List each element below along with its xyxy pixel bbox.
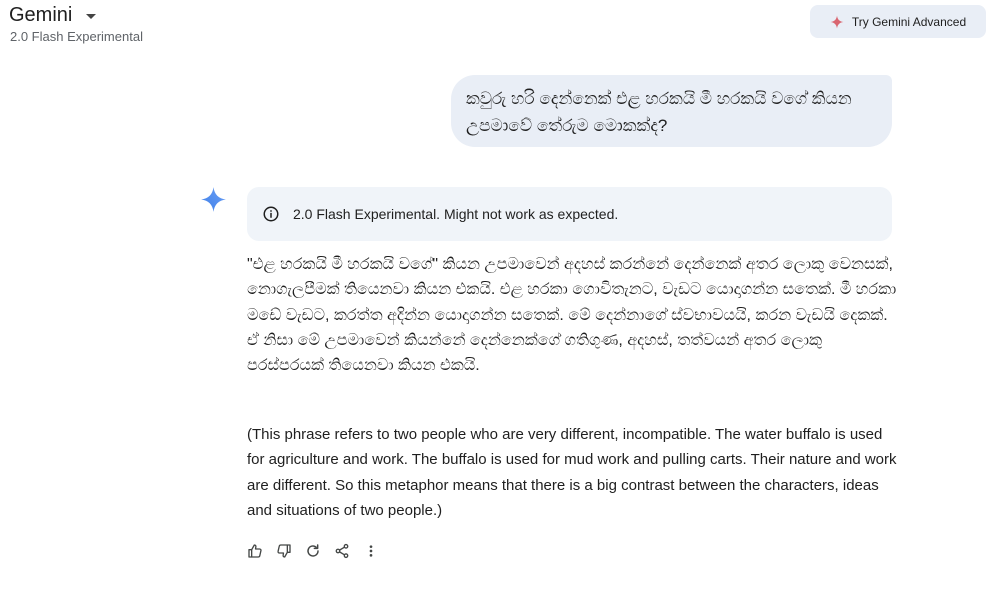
try-advanced-label: Try Gemini Advanced <box>851 14 967 29</box>
gemini-app: Gemini 2.0 Flash Experimental Try Gemini… <box>0 0 1000 596</box>
regenerate-button[interactable] <box>304 541 322 561</box>
more-vertical-icon <box>369 545 373 557</box>
response-sinhala: "එළ හරකයි මී හරකයි වගේ" කියන උපමාවෙන් අද… <box>247 256 897 375</box>
info-icon <box>263 206 279 222</box>
thumbs-up-icon <box>248 544 262 558</box>
share-icon <box>335 543 349 559</box>
share-button[interactable] <box>333 541 351 561</box>
experimental-notice: 2.0 Flash Experimental. Might not work a… <box>247 187 892 241</box>
caret-down-icon <box>86 14 97 19</box>
sparkle-icon <box>830 15 844 28</box>
regenerate-icon <box>307 544 319 557</box>
model-name: 2.0 Flash Experimental <box>10 29 143 44</box>
app-name: Gemini <box>9 4 73 26</box>
user-message: කවුරු හරි දෙන්නෙක් එළ හරකයි මී හරකයි වගේ… <box>451 75 892 147</box>
gemini-sparkle-icon <box>201 187 226 212</box>
response-actions <box>246 541 380 561</box>
bad-response-button[interactable] <box>275 541 293 561</box>
good-response-button[interactable] <box>246 541 264 561</box>
more-options-button[interactable] <box>362 541 380 561</box>
notice-text: 2.0 Flash Experimental. Might not work a… <box>293 206 619 222</box>
thumbs-down-icon <box>277 544 291 558</box>
model-switcher[interactable]: Gemini <box>9 4 97 27</box>
response-english: (This phrase refers to two people who ar… <box>247 426 897 519</box>
try-advanced-button[interactable]: Try Gemini Advanced <box>810 5 986 38</box>
